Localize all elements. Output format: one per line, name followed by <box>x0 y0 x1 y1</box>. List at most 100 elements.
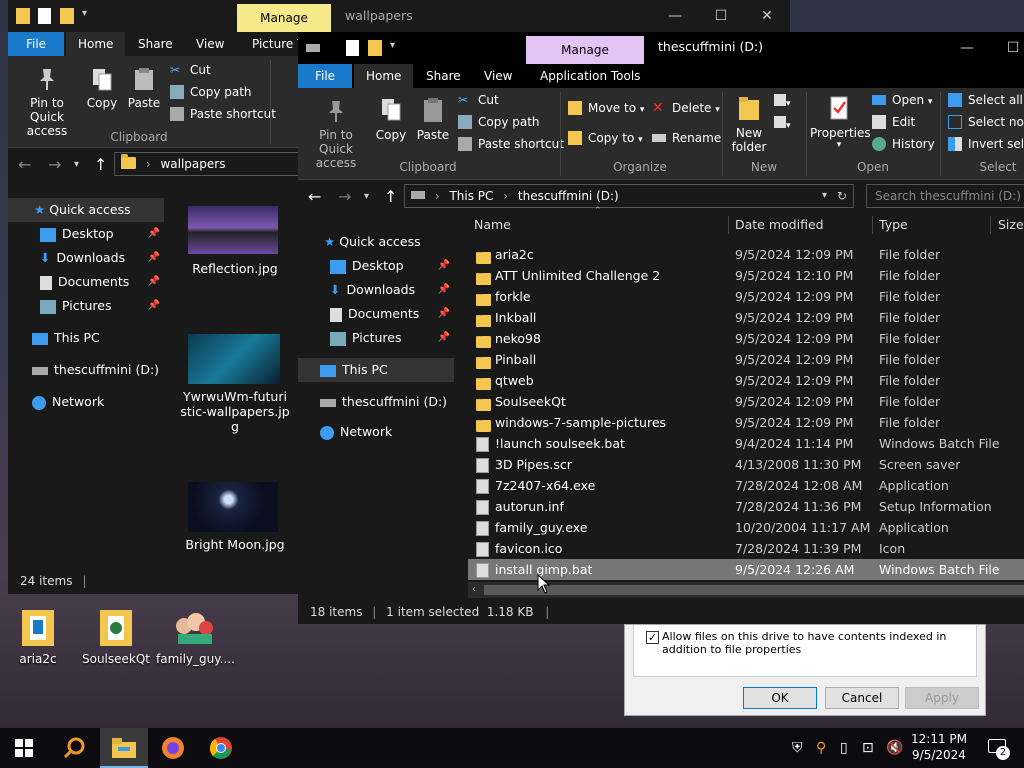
indexing-checkbox[interactable]: ✓ <box>646 631 659 644</box>
tab-share[interactable]: Share <box>414 64 473 88</box>
volume-muted-icon[interactable]: 🔇 <box>886 728 903 768</box>
select-none-button[interactable]: Select none <box>948 112 1024 132</box>
file-row[interactable]: Pinball 9/5/2024 12:09 PM File folder <box>468 349 1024 370</box>
tab-file[interactable]: File <box>8 32 64 56</box>
file-row[interactable]: qtweb 9/5/2024 12:09 PM File folder <box>468 370 1024 391</box>
back-arrow-icon[interactable]: ← <box>308 185 321 209</box>
search-box[interactable]: Search thescuffmini (D:) <box>866 184 1024 208</box>
tab-file[interactable]: File <box>298 64 352 88</box>
nav-downloads[interactable]: ⬇ Downloads 📌 <box>8 246 164 270</box>
up-arrow-icon[interactable]: ↑ <box>384 185 397 209</box>
forward-arrow-icon[interactable]: → <box>48 153 61 177</box>
column-header-name[interactable]: Name <box>474 212 511 238</box>
move-to-button[interactable]: Move to ▾ <box>568 98 644 118</box>
nav-downloads[interactable]: ⬇ Downloads 📌 <box>298 278 454 302</box>
maximize-button[interactable]: ☐ <box>990 32 1024 64</box>
nav-pictures[interactable]: Pictures 📌 <box>298 326 454 350</box>
column-header-size[interactable]: Size <box>998 212 1024 238</box>
tab-home[interactable]: Home <box>66 32 126 56</box>
history-button[interactable]: History <box>872 134 935 154</box>
copy-button[interactable]: Copy <box>374 96 408 142</box>
paste-shortcut-button[interactable]: Paste shortcut <box>170 104 276 124</box>
nav-documents[interactable]: Documents 📌 <box>8 270 164 294</box>
cut-button[interactable]: ✂ Cut <box>170 60 211 80</box>
delete-button[interactable]: ✕ Delete ▾ <box>652 98 720 118</box>
minimize-button[interactable]: — <box>652 0 698 32</box>
clock[interactable]: 12:11 PM 9/5/2024 <box>908 731 970 763</box>
ok-button[interactable]: OK <box>743 687 817 709</box>
column-header-date[interactable]: Date modified <box>735 212 824 238</box>
easy-access-icon[interactable]: ▾ <box>774 116 796 131</box>
new-folder-button[interactable]: New folder <box>728 94 770 154</box>
file-row[interactable]: forkle 9/5/2024 12:09 PM File folder <box>468 286 1024 307</box>
scrollbar-thumb[interactable] <box>484 585 1024 595</box>
thumbnail-bright-moon[interactable] <box>188 482 278 532</box>
defender-icon[interactable]: ⛨ <box>792 728 803 768</box>
tab-application-tools[interactable]: Application Tools <box>528 64 652 88</box>
battery-icon[interactable]: ▯ <box>840 728 848 768</box>
file-row[interactable]: favicon.ico 7/28/2024 11:39 PM Icon <box>468 538 1024 559</box>
rename-button[interactable]: Rename <box>652 128 721 148</box>
paste-button[interactable]: Paste <box>416 96 450 142</box>
tab-home[interactable]: Home <box>354 64 414 88</box>
copy-to-button[interactable]: Copy to ▾ <box>568 128 643 148</box>
minimize-button[interactable]: — <box>944 32 990 64</box>
forward-arrow-icon[interactable]: → <box>338 185 351 209</box>
manage-contextual-tab[interactable]: Manage <box>526 36 644 64</box>
column-header-type[interactable]: Type <box>879 212 908 238</box>
nav-pictures[interactable]: Pictures 📌 <box>8 294 164 318</box>
file-row[interactable]: 3D Pipes.scr 4/13/2008 11:30 PM Screen sav… <box>468 454 1024 475</box>
search-button[interactable] <box>50 728 98 768</box>
file-row[interactable]: install gimp.bat 9/5/2024 12:26 AM Windows… <box>468 559 1024 580</box>
taskbar-chrome[interactable] <box>198 728 244 768</box>
properties-button[interactable]: Properties ▾ <box>810 94 871 150</box>
paste-button[interactable]: Paste <box>126 66 162 110</box>
back-arrow-icon[interactable]: ← <box>18 153 31 177</box>
start-button[interactable] <box>0 728 48 768</box>
nav-quick-access[interactable]: ★ Quick access <box>298 230 454 254</box>
desktop-icon-family-guy[interactable]: family_guy.... <box>156 604 235 666</box>
file-row[interactable]: aria2c 9/5/2024 12:09 PM File folder <box>468 244 1024 265</box>
new-folder-icon[interactable] <box>60 8 74 24</box>
chevron-down-icon[interactable]: ▾ <box>390 40 395 51</box>
scroll-left-icon[interactable]: ‹ <box>472 582 476 598</box>
file-row[interactable]: windows-7-sample-pictures 9/5/2024 12:09 … <box>468 412 1024 433</box>
copy-path-button[interactable]: Copy path <box>170 82 252 102</box>
nav-drive[interactable]: thescuffmini (D:) <box>8 358 164 382</box>
manage-contextual-tab[interactable]: Manage <box>237 4 331 32</box>
paste-shortcut-button[interactable]: Paste shortcut <box>458 134 564 154</box>
file-row[interactable]: neko98 9/5/2024 12:09 PM File folder <box>468 328 1024 349</box>
nav-this-pc[interactable]: This PC <box>298 358 454 382</box>
chevron-down-icon[interactable]: ▾ <box>364 185 369 209</box>
pin-to-quick-access-button[interactable]: Pin to Quick access <box>12 66 82 138</box>
column-divider[interactable] <box>990 216 991 234</box>
horizontal-scrollbar[interactable]: ‹ <box>468 582 1024 598</box>
thumbnail-reflection[interactable] <box>188 206 278 254</box>
notifications-button[interactable]: 2 <box>980 728 1024 768</box>
search-tray-icon[interactable]: ⚲ <box>816 728 826 768</box>
select-all-button[interactable]: Select all <box>948 90 1023 110</box>
breadcrumb-current[interactable]: thescuffmini (D:) <box>518 189 619 203</box>
desktop-icon-soulseekqt[interactable]: SoulseekQt <box>78 604 154 666</box>
nav-quick-access[interactable]: ★ Quick access <box>8 198 164 222</box>
nav-this-pc[interactable]: This PC <box>8 326 164 350</box>
cancel-button[interactable]: Cancel <box>825 687 899 709</box>
edit-button[interactable]: Edit <box>872 112 915 132</box>
refresh-icon[interactable]: ↻ <box>837 185 847 207</box>
nav-documents[interactable]: Documents 📌 <box>298 302 454 326</box>
open-button[interactable]: Open ▾ <box>872 90 932 110</box>
chevron-down-icon[interactable]: ▾ <box>82 8 87 19</box>
cut-button[interactable]: ✂ Cut <box>458 90 499 110</box>
taskbar-firefox[interactable] <box>150 728 196 768</box>
maximize-button[interactable]: ☐ <box>698 0 744 32</box>
file-row[interactable]: !launch soulseek.bat 9/4/2024 11:14 PM Win… <box>468 433 1024 454</box>
apply-button[interactable]: Apply <box>905 687 979 709</box>
thumbnail-futuristic[interactable] <box>188 334 280 384</box>
file-row[interactable]: SoulseekQt 9/5/2024 12:09 PM File folder <box>468 391 1024 412</box>
breadcrumb-this-pc[interactable]: This PC <box>449 189 493 203</box>
file-row[interactable]: autorun.inf 7/28/2024 11:36 PM Setup Infor… <box>468 496 1024 517</box>
up-arrow-icon[interactable]: ↑ <box>94 153 107 177</box>
column-divider[interactable] <box>872 216 873 234</box>
nav-desktop[interactable]: Desktop 📌 <box>298 254 454 278</box>
nav-drive[interactable]: thescuffmini (D:) <box>298 390 454 414</box>
